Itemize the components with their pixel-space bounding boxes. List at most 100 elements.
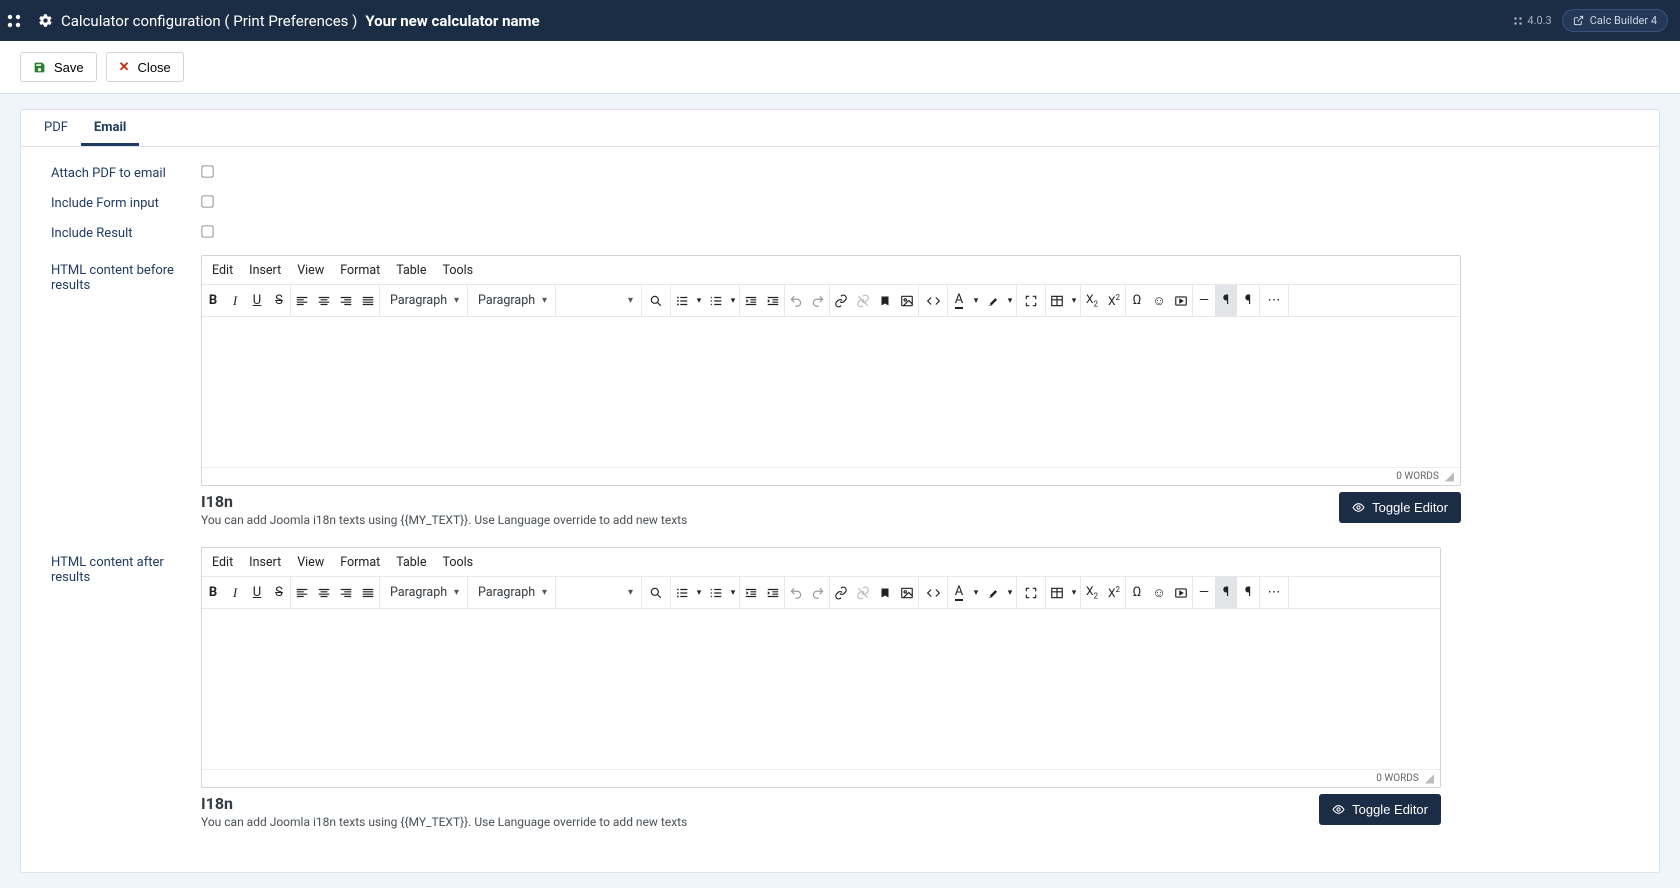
tab-pdf[interactable]: PDF xyxy=(31,110,81,146)
underline-icon[interactable]: U xyxy=(246,285,268,317)
resize-handle-icon[interactable]: ◢ xyxy=(1425,771,1434,785)
more-icon[interactable]: ⋯ xyxy=(1260,285,1288,317)
menu-table[interactable]: Table xyxy=(396,263,426,278)
menu-edit[interactable]: Edit xyxy=(212,263,233,278)
strike-icon[interactable]: S xyxy=(268,285,290,317)
table-icon[interactable] xyxy=(1046,285,1068,317)
menu-format[interactable]: Format xyxy=(340,263,380,278)
save-button[interactable]: Save xyxy=(20,52,97,82)
table-chevron-icon[interactable]: ▾ xyxy=(1068,285,1080,317)
align-right-icon[interactable] xyxy=(335,577,357,609)
text-color-chevron-icon[interactable]: ▾ xyxy=(970,285,982,317)
highlight-icon[interactable] xyxy=(982,577,1004,609)
emoji-icon[interactable]: ☺ xyxy=(1148,577,1170,609)
special-char-icon[interactable]: Ω xyxy=(1126,577,1148,609)
bullet-list-icon[interactable] xyxy=(671,285,693,317)
subscript-icon[interactable]: X2 xyxy=(1081,577,1103,609)
number-list-chevron-icon[interactable]: ▾ xyxy=(727,285,739,317)
italic-icon[interactable]: I xyxy=(224,577,246,609)
text-color-icon[interactable]: A xyxy=(948,285,970,317)
tab-email[interactable]: Email xyxy=(81,110,139,146)
font-select[interactable]: ▾ xyxy=(556,285,642,316)
source-code-icon[interactable] xyxy=(919,285,947,317)
include-form-checkbox[interactable] xyxy=(201,195,213,207)
align-justify-icon[interactable] xyxy=(357,577,379,609)
italic-icon[interactable]: I xyxy=(224,285,246,317)
text-color-chevron-icon[interactable]: ▾ xyxy=(970,577,982,609)
media-icon[interactable] xyxy=(1170,285,1192,317)
ltr-icon[interactable]: ¶ xyxy=(1215,285,1237,317)
emoji-icon[interactable]: ☺ xyxy=(1148,285,1170,317)
menu-edit[interactable]: Edit xyxy=(212,555,233,570)
attach-pdf-checkbox[interactable] xyxy=(201,165,213,177)
media-icon[interactable] xyxy=(1170,577,1192,609)
rtl-icon[interactable]: ¶ xyxy=(1237,285,1259,317)
table-chevron-icon[interactable]: ▾ xyxy=(1068,577,1080,609)
outdent-icon[interactable] xyxy=(740,285,762,317)
indent-icon[interactable] xyxy=(762,285,784,317)
hr-icon[interactable]: — xyxy=(1193,285,1215,317)
redo-icon[interactable] xyxy=(807,285,829,317)
special-char-icon[interactable]: Ω xyxy=(1126,285,1148,317)
bullet-list-chevron-icon[interactable]: ▾ xyxy=(693,285,705,317)
strike-icon[interactable]: S xyxy=(268,577,290,609)
menu-view[interactable]: View xyxy=(297,263,324,278)
highlight-icon[interactable] xyxy=(982,285,1004,317)
table-icon[interactable] xyxy=(1046,577,1068,609)
anchor-icon[interactable] xyxy=(874,577,896,609)
undo-icon[interactable] xyxy=(785,285,807,317)
more-icon[interactable]: ⋯ xyxy=(1260,577,1288,609)
number-list-chevron-icon[interactable]: ▾ xyxy=(727,577,739,609)
resize-handle-icon[interactable]: ◢ xyxy=(1445,469,1454,483)
source-code-icon[interactable] xyxy=(919,577,947,609)
close-button[interactable]: ✕ Close xyxy=(106,52,184,82)
align-center-icon[interactable] xyxy=(313,577,335,609)
bold-icon[interactable]: B xyxy=(202,285,224,317)
superscript-icon[interactable]: X2 xyxy=(1103,285,1125,317)
rtl-icon[interactable]: ¶ xyxy=(1237,577,1259,609)
redo-icon[interactable] xyxy=(807,577,829,609)
outdent-icon[interactable] xyxy=(740,577,762,609)
hr-icon[interactable]: — xyxy=(1193,577,1215,609)
include-result-checkbox[interactable] xyxy=(201,225,213,237)
unlink-icon[interactable] xyxy=(852,285,874,317)
search-icon[interactable] xyxy=(642,577,670,609)
menu-insert[interactable]: Insert xyxy=(249,555,281,570)
number-list-icon[interactable] xyxy=(705,577,727,609)
underline-icon[interactable]: U xyxy=(246,577,268,609)
align-left-icon[interactable] xyxy=(291,577,313,609)
font-select[interactable]: ▾ xyxy=(556,577,642,608)
menu-table[interactable]: Table xyxy=(396,555,426,570)
style-select[interactable]: Paragraph▾ xyxy=(468,285,556,316)
toggle-editor-button[interactable]: Toggle Editor xyxy=(1319,794,1441,825)
align-left-icon[interactable] xyxy=(291,285,313,317)
undo-icon[interactable] xyxy=(785,577,807,609)
image-icon[interactable] xyxy=(896,577,918,609)
superscript-icon[interactable]: X2 xyxy=(1103,577,1125,609)
menu-format[interactable]: Format xyxy=(340,555,380,570)
format-select[interactable]: Paragraph▾ xyxy=(380,577,468,608)
subscript-icon[interactable]: X2 xyxy=(1081,285,1103,317)
anchor-icon[interactable] xyxy=(874,285,896,317)
link-icon[interactable] xyxy=(830,285,852,317)
align-right-icon[interactable] xyxy=(335,285,357,317)
editor-content-area[interactable] xyxy=(202,317,1460,467)
fullscreen-icon[interactable] xyxy=(1017,285,1045,317)
highlight-chevron-icon[interactable]: ▾ xyxy=(1004,577,1016,609)
align-center-icon[interactable] xyxy=(313,285,335,317)
text-color-icon[interactable]: A xyxy=(948,577,970,609)
menu-tools[interactable]: Tools xyxy=(442,555,473,570)
align-justify-icon[interactable] xyxy=(357,285,379,317)
ltr-icon[interactable]: ¶ xyxy=(1215,577,1237,609)
link-icon[interactable] xyxy=(830,577,852,609)
indent-icon[interactable] xyxy=(762,577,784,609)
fullscreen-icon[interactable] xyxy=(1017,577,1045,609)
search-icon[interactable] xyxy=(642,285,670,317)
bullet-list-icon[interactable] xyxy=(671,577,693,609)
style-select[interactable]: Paragraph▾ xyxy=(468,577,556,608)
unlink-icon[interactable] xyxy=(852,577,874,609)
menu-tools[interactable]: Tools xyxy=(442,263,473,278)
number-list-icon[interactable] xyxy=(705,285,727,317)
format-select[interactable]: Paragraph▾ xyxy=(380,285,468,316)
bullet-list-chevron-icon[interactable]: ▾ xyxy=(693,577,705,609)
